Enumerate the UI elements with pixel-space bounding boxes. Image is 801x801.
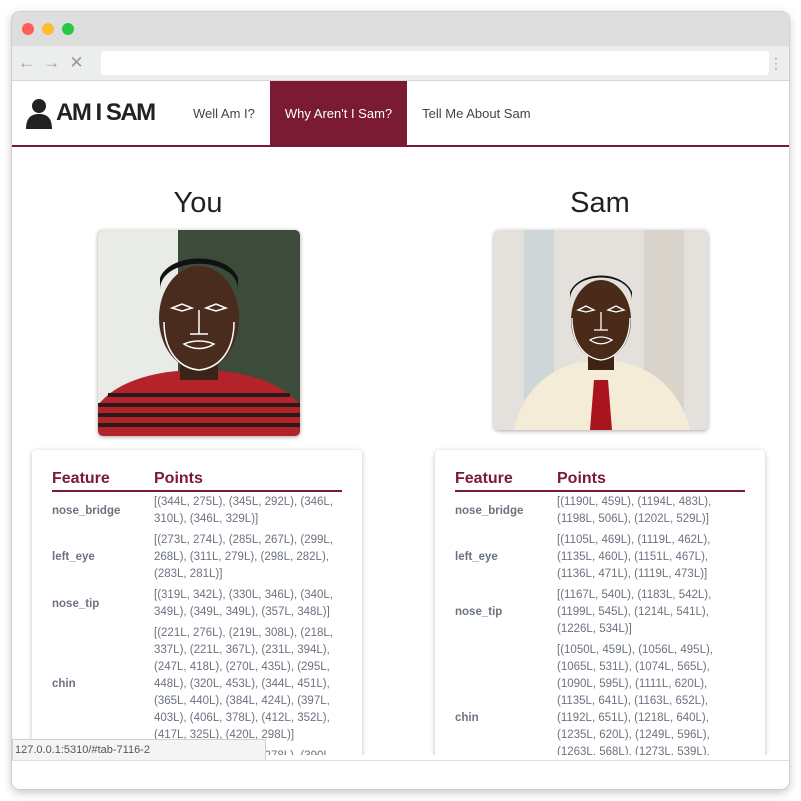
title-bar (12, 12, 789, 46)
feature-name: nose_tip (455, 606, 503, 618)
sam-heading: Sam (570, 187, 630, 219)
feature-name: nose_bridge (455, 504, 524, 517)
close-window-button[interactable] (22, 23, 34, 35)
you-heading: You (173, 187, 223, 219)
table-row: nose_bridge [(344L, 275L), (345L, 292L), … (52, 491, 342, 530)
feature-points: [(221L, 276L), (219L, 308L), (218L, 337L… (154, 627, 334, 741)
you-features-card: Feature Points nose_bridge [(344L, 275L),… (32, 450, 362, 755)
table-row: nose_bridge [(1190L, 459L), (1194L, 483L)… (455, 491, 745, 530)
feature-name: chin (52, 678, 76, 690)
silhouette-icon (26, 99, 52, 129)
logo-text: AM I SAM (56, 99, 156, 126)
feature-points: [(273L, 274L), (285L, 267L), (299L, 268L… (154, 534, 334, 580)
nav-why-arent-i-sam[interactable]: Why Aren't I Sam? (269, 81, 408, 145)
table-row: nose_tip [(1167L, 540L), (1183L, 542L), (… (455, 585, 745, 640)
feature-column-header: Feature (52, 470, 154, 492)
nav-well-am-i[interactable]: Well Am I? (178, 81, 270, 145)
feature-points: [(344L, 275L), (345L, 292L), (346L, 310L… (154, 496, 334, 525)
your-photo (98, 230, 300, 436)
feature-name: left_eye (52, 551, 95, 563)
sam-features-card: Feature Points nose_bridge [(1190L, 459L)… (435, 450, 765, 755)
feature-column-header: Feature (455, 470, 557, 492)
sam-features-table: Feature Points nose_bridge [(1190L, 459L)… (455, 470, 745, 755)
site-header: AM I SAM Well Am I? Why Aren't I Sam? Te… (12, 81, 789, 147)
back-arrow-icon[interactable]: ← (16, 53, 37, 73)
feature-name: nose_tip (52, 597, 100, 610)
browser-window: ← → ✕ ⋮ AM I SAM Well Am I? Why Aren't I… (12, 12, 789, 789)
table-header-row: Feature Points (52, 470, 342, 492)
address-bar[interactable] (101, 51, 769, 75)
you-features-table: Feature Points nose_bridge [(344L, 275L),… (52, 470, 342, 755)
feature-name: left_eye (455, 551, 498, 563)
maximize-window-button[interactable] (62, 23, 74, 35)
sam-photo (494, 230, 708, 430)
points-column-header: Points (154, 470, 342, 492)
table-row: chin [(1050L, 459L), (1056L, 495L), (1065… (455, 640, 745, 755)
menu-icon[interactable]: ⋮ (769, 56, 783, 70)
bottom-bar (12, 760, 789, 789)
table-row: chin [(221L, 276L), (219L, 308L), (218L, … (52, 623, 342, 746)
feature-points: [(1105L, 469L), (1119L, 462L), (1135L, 4… (557, 534, 711, 580)
feature-points: [(1190L, 459L), (1194L, 483L), (1198L, 5… (557, 496, 712, 525)
feature-name: nose_bridge (52, 504, 121, 517)
feature-points: [(319L, 342L), (330L, 346L), (340L, 349L… (154, 589, 334, 618)
table-row: left_eye [(1105L, 469L), (1119L, 462L), (… (455, 530, 745, 585)
sam-face-landmarks (494, 230, 708, 430)
minimize-window-button[interactable] (42, 23, 54, 35)
table-row: left_eye [(273L, 274L), (285L, 267L), (29… (52, 530, 342, 585)
table-header-row: Feature Points (455, 470, 745, 492)
stop-loading-icon[interactable]: ✕ (66, 53, 87, 73)
your-face-landmarks (98, 230, 300, 436)
points-column-header: Points (557, 470, 745, 492)
status-url-tooltip: 127.0.0.1:5310/#tab-7116-2 (12, 739, 266, 761)
nav-tell-me-about-sam[interactable]: Tell Me About Sam (407, 81, 545, 145)
browser-toolbar: ← → ✕ ⋮ (12, 46, 789, 81)
table-row: nose_tip [(319L, 342L), (330L, 346L), (34… (52, 585, 342, 623)
feature-points: [(1050L, 459L), (1056L, 495L), (1065L, 5… (557, 644, 714, 755)
feature-points: [(1167L, 540L), (1183L, 542L), (1199L, 5… (557, 589, 712, 635)
forward-arrow-icon[interactable]: → (41, 53, 62, 73)
site-logo[interactable]: AM I SAM (12, 81, 178, 145)
page-content: You Sam Feature Points nose_bridge [(344… (12, 147, 789, 755)
feature-name: chin (455, 712, 479, 724)
